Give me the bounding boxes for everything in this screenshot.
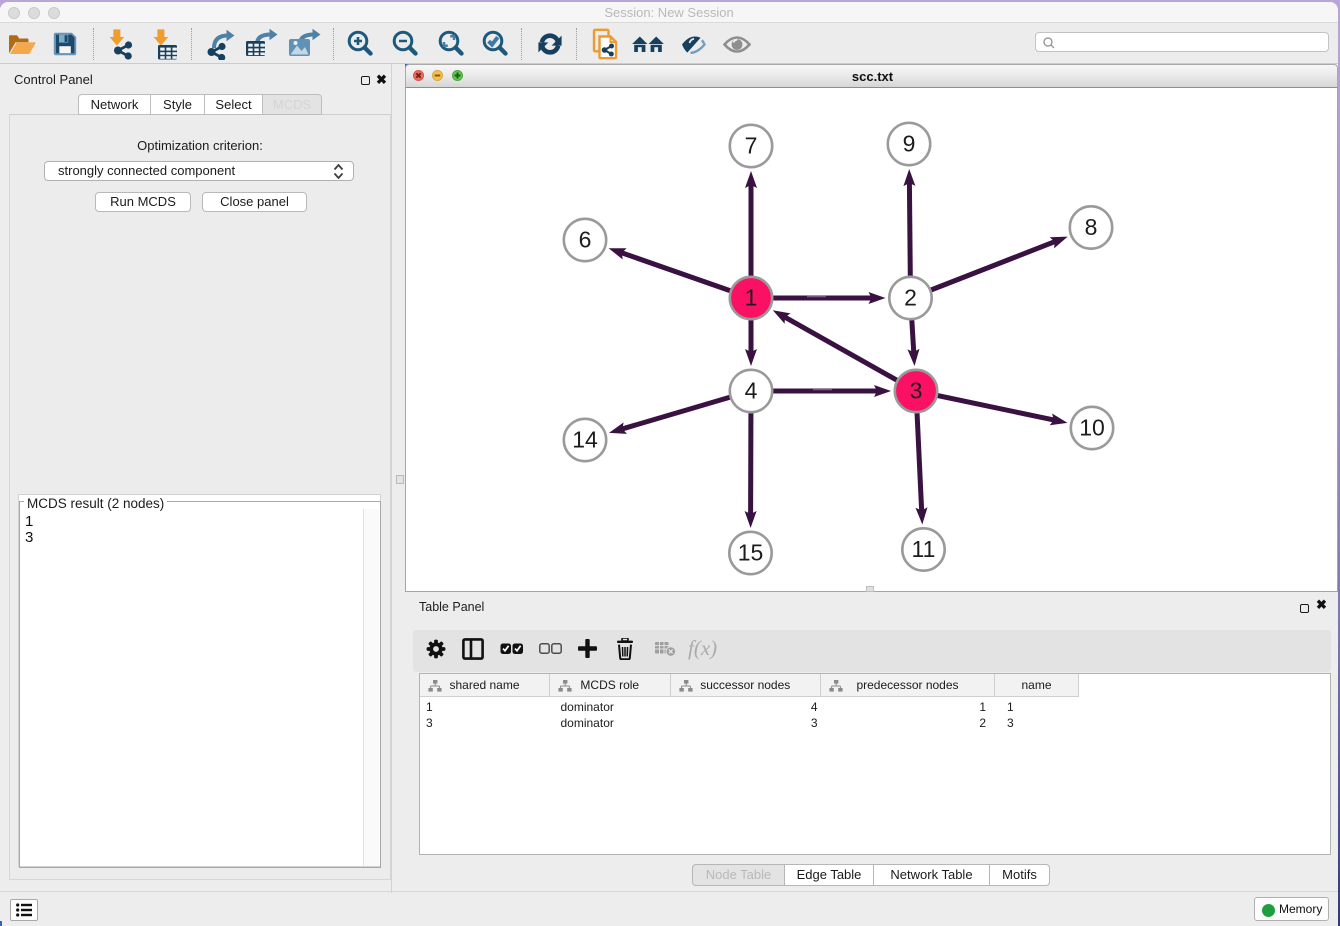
svg-text:7: 7 (745, 133, 758, 159)
svg-text:10: 10 (1079, 415, 1105, 441)
svg-text:9: 9 (903, 131, 916, 157)
svg-text:4: 4 (745, 378, 758, 404)
svg-text:2: 2 (904, 285, 917, 311)
svg-text:6: 6 (579, 227, 592, 253)
svg-text:15: 15 (738, 540, 764, 566)
svg-text:3: 3 (910, 378, 923, 404)
svg-text:14: 14 (572, 427, 598, 453)
svg-text:8: 8 (1085, 214, 1098, 240)
svg-text:1: 1 (745, 285, 758, 311)
svg-text:11: 11 (912, 536, 936, 562)
